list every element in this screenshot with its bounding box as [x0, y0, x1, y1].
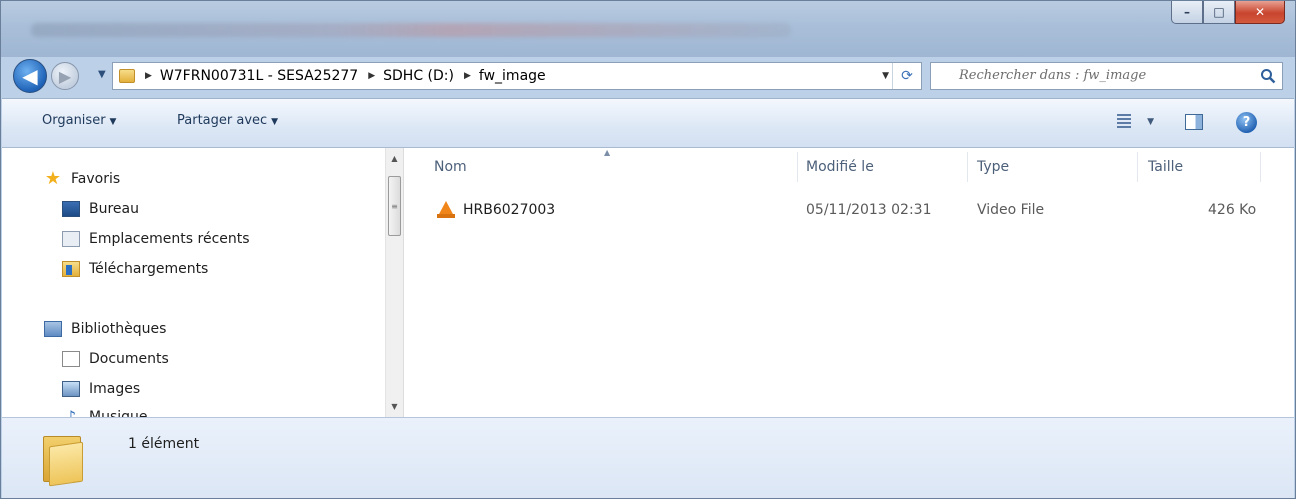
- chevron-down-icon: ▼: [1147, 117, 1155, 127]
- column-header-name[interactable]: Nom: [434, 148, 824, 186]
- nav-item-label: Bureau: [89, 201, 139, 217]
- table-row[interactable]: HRB6027003 05/11/2013 02:31 Video File 4…: [436, 198, 1286, 222]
- help-icon[interactable]: ?: [1236, 112, 1257, 133]
- view-list-icon: [1117, 113, 1131, 128]
- nav-libraries[interactable]: Bibliothèques: [44, 321, 166, 337]
- nav-item-label: Musique: [89, 409, 148, 417]
- details-pane: 1 élément: [2, 417, 1294, 498]
- column-header-label: Type: [977, 159, 1010, 175]
- share-label: Partager avec: [177, 113, 268, 128]
- recent-pages-dropdown[interactable]: ▼: [98, 69, 106, 80]
- chevron-down-icon: ▼: [271, 117, 279, 127]
- column-header-label: Nom: [434, 159, 467, 175]
- command-bar: Organiser ▼ Partager avec ▼ ▼ ?: [2, 98, 1294, 148]
- item-count: 1 élément: [128, 436, 200, 452]
- libraries-icon: [44, 321, 62, 337]
- back-arrow-icon: ◀: [22, 64, 38, 88]
- documents-icon: [62, 351, 80, 367]
- breadcrumb-folder[interactable]: fw_image: [479, 68, 546, 84]
- nav-item-label: Emplacements récents: [89, 231, 250, 247]
- refresh-icon: ⟳: [901, 68, 913, 84]
- search-input[interactable]: Rechercher dans : fw_image: [930, 62, 1283, 90]
- column-divider[interactable]: [1260, 152, 1261, 182]
- file-name: HRB6027003: [463, 202, 556, 218]
- breadcrumb-drive[interactable]: SDHC (D:): [383, 68, 454, 84]
- column-header-type[interactable]: Type: [977, 148, 1137, 186]
- breadcrumb-separator-icon[interactable]: ▶: [368, 71, 375, 81]
- scrollbar-thumb[interactable]: ≡: [388, 176, 401, 236]
- nav-item-label: Images: [89, 381, 141, 397]
- nav-libraries-label: Bibliothèques: [71, 321, 167, 337]
- breadcrumb-computer[interactable]: W7FRN00731L - SESA25277: [160, 68, 358, 84]
- forward-button[interactable]: ▶: [51, 62, 79, 90]
- folder-icon: [43, 436, 93, 487]
- scroll-down-icon[interactable]: ▼: [386, 398, 403, 415]
- column-header-label: Taille: [1148, 159, 1184, 175]
- navigation-scrollbar[interactable]: ▲ ≡ ▼: [385, 148, 404, 417]
- downloads-icon: [62, 261, 80, 277]
- music-icon: ♪: [65, 407, 77, 418]
- explorer-window: – □ ✕ ◀ ▶ ▼ ▶ W7FRN00731L - SESA25277 ▶ …: [0, 0, 1296, 499]
- title-bar[interactable]: – □ ✕: [1, 1, 1295, 57]
- desktop-icon: [62, 201, 80, 217]
- folder-front-shape: [49, 441, 83, 487]
- search-icon[interactable]: [1260, 68, 1276, 84]
- nav-item-downloads[interactable]: Téléchargements: [62, 261, 208, 277]
- nav-favorites-label: Favoris: [71, 171, 121, 187]
- address-dropdown-icon[interactable]: ▼: [882, 71, 889, 81]
- search-placeholder: Rechercher dans : fw_image: [959, 68, 1147, 83]
- column-divider[interactable]: [967, 152, 968, 182]
- nav-item-label: Documents: [89, 351, 169, 367]
- nav-item-desktop[interactable]: Bureau: [62, 201, 139, 217]
- nav-favorites[interactable]: ★ Favoris: [44, 168, 121, 189]
- file-list: Nom ▲ Modifié le Type Taille HRB6027003 …: [404, 148, 1294, 417]
- nav-item-label: Téléchargements: [89, 261, 209, 277]
- breadcrumb-separator-icon[interactable]: ▶: [145, 71, 152, 81]
- nav-item-recent-places[interactable]: Emplacements récents: [62, 231, 250, 247]
- column-header-size[interactable]: Taille: [1148, 148, 1258, 186]
- close-button[interactable]: ✕: [1235, 1, 1285, 24]
- column-divider[interactable]: [797, 152, 798, 182]
- chevron-down-icon: ▼: [109, 117, 117, 127]
- column-header-label: Modifié le: [806, 159, 874, 175]
- change-view-button[interactable]: ▼: [1117, 113, 1154, 128]
- navigation-pane: ★ Favoris Bureau Emplacements récents Tél…: [2, 148, 385, 417]
- column-divider[interactable]: [1137, 152, 1138, 182]
- sort-ascending-icon: ▲: [604, 148, 611, 157]
- column-header-modified[interactable]: Modifié le: [806, 148, 966, 186]
- file-modified: 05/11/2013 02:31: [806, 202, 932, 218]
- refresh-button[interactable]: ⟳: [892, 63, 921, 89]
- nav-item-images[interactable]: Images: [62, 381, 140, 397]
- share-menu[interactable]: Partager avec ▼: [177, 113, 278, 128]
- forward-arrow-icon: ▶: [58, 66, 72, 86]
- nav-item-documents[interactable]: Documents: [62, 351, 169, 367]
- minimize-button[interactable]: –: [1171, 1, 1203, 24]
- back-button[interactable]: ◀: [13, 59, 47, 93]
- star-icon: ★: [44, 168, 62, 189]
- vlc-cone-icon: [437, 201, 455, 218]
- breadcrumb[interactable]: ▶ W7FRN00731L - SESA25277 ▶ SDHC (D:) ▶ …: [112, 62, 922, 90]
- scroll-up-icon[interactable]: ▲: [386, 150, 403, 167]
- breadcrumb-separator-icon[interactable]: ▶: [464, 71, 471, 81]
- window-controls: – □ ✕: [1171, 1, 1285, 25]
- blurred-taskbar-strip: [31, 23, 791, 37]
- organize-label: Organiser: [42, 113, 106, 128]
- images-icon: [62, 381, 80, 397]
- file-type: Video File: [977, 202, 1045, 218]
- organize-menu[interactable]: Organiser ▼: [42, 113, 116, 128]
- address-row: ◀ ▶ ▼ ▶ W7FRN00731L - SESA25277 ▶ SDHC (…: [1, 57, 1295, 97]
- preview-pane-icon[interactable]: [1185, 114, 1203, 130]
- recent-places-icon: [62, 231, 80, 247]
- file-size: 426 Ko: [1208, 202, 1257, 218]
- folder-icon: [119, 69, 135, 83]
- nav-item-music[interactable]: ♪ Musique: [62, 407, 148, 418]
- maximize-button[interactable]: □: [1203, 1, 1235, 24]
